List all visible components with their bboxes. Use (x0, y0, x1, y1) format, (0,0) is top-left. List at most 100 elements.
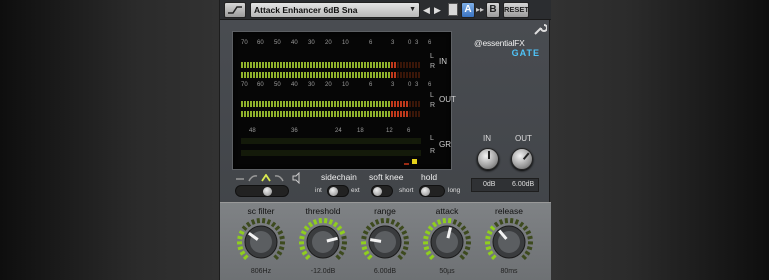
hold-toggle[interactable] (419, 185, 445, 197)
preset-selector[interactable]: Attack Enhancer 6dB Sna ▼ (250, 2, 420, 18)
meter-segment (334, 72, 336, 78)
knob-tick (498, 219, 504, 225)
knob-tick (459, 254, 466, 261)
meter-segment (391, 111, 393, 117)
input-left-label: L (430, 53, 434, 60)
copy-a-to-b-icon[interactable]: ▸▸ (476, 3, 484, 17)
wrench-icon[interactable] (533, 22, 547, 36)
speaker-icon[interactable] (292, 172, 302, 184)
knob-tick (493, 221, 500, 228)
sc-filter-type-slider[interactable] (235, 185, 289, 197)
save-icon[interactable] (448, 3, 458, 16)
output-gain-value: 6.00dB (512, 181, 535, 188)
meter-segment (286, 72, 288, 78)
scale-tick-label: 60 (257, 40, 264, 46)
scale-tick-label: 36 (291, 128, 298, 134)
scale-tick-label: 10 (342, 40, 349, 46)
knob-tick (237, 245, 244, 251)
chevron-down-icon[interactable]: ▼ (409, 3, 416, 17)
meter-segment (412, 111, 414, 117)
knob-value: 80ms (500, 268, 518, 275)
meter-segment (295, 72, 297, 78)
knob-tick (487, 250, 494, 256)
scale-tick-label: 3 (391, 40, 395, 46)
output-gain-knob[interactable] (511, 148, 533, 170)
meter-segment (289, 72, 291, 78)
knob-tick (256, 217, 261, 224)
sc-filter-knob[interactable] (236, 217, 286, 267)
meter-segment (382, 72, 384, 78)
meter-segment (394, 111, 396, 117)
meter-segment (385, 72, 387, 78)
attack-knob[interactable] (422, 217, 472, 267)
knob-tick (509, 217, 514, 224)
meter-segment (415, 72, 417, 78)
meter-segment (250, 111, 252, 117)
meter-segment (259, 111, 261, 117)
meter-segment (349, 111, 351, 117)
knob-tick (423, 235, 429, 240)
gr-meter-label: GR (439, 140, 451, 149)
input-meter-left (241, 55, 421, 68)
meter-segment (397, 111, 399, 117)
meter-segment (370, 72, 372, 78)
ab-b-button[interactable]: B (486, 2, 500, 18)
input-gain-knob[interactable] (477, 148, 499, 170)
bandpass-shape-icon[interactable] (261, 174, 271, 182)
meter-segment (403, 72, 405, 78)
reset-button[interactable]: RESET (503, 2, 529, 18)
flat-shape-icon[interactable] (235, 174, 245, 182)
meter-segment (301, 111, 303, 117)
knob-tick (361, 235, 367, 240)
meter-segment (304, 111, 306, 117)
release-knob[interactable] (484, 217, 534, 267)
knob-pointer (369, 238, 382, 243)
gr-left-label: L (430, 135, 434, 142)
knob-tick (312, 219, 318, 225)
knob-tick (332, 221, 339, 228)
gr-meter-right (241, 150, 421, 156)
meter-segment (373, 111, 375, 117)
curve-icon-button[interactable] (224, 2, 246, 18)
meter-segment (397, 72, 399, 78)
meter-segment (298, 111, 300, 117)
lowpass-shape-icon[interactable] (274, 174, 284, 182)
meter-segment (379, 72, 381, 78)
meter-segment (268, 72, 270, 78)
knob-tick (447, 217, 452, 224)
knob-tick (245, 221, 252, 228)
knob-tick (489, 225, 496, 231)
meter-segment (355, 111, 357, 117)
meter-segment (340, 72, 342, 78)
highpass-shape-icon[interactable] (248, 174, 258, 182)
scale-tick-label: 6 (369, 40, 373, 46)
meter-segment (376, 111, 378, 117)
knob-tick (427, 225, 434, 231)
knob-label: threshold (305, 206, 341, 216)
knob-tick (402, 245, 409, 251)
threshold-knob[interactable] (298, 217, 348, 267)
knob-cap (312, 231, 334, 253)
knob-tick (442, 217, 447, 224)
meter-segment (412, 72, 414, 78)
next-preset-button[interactable]: ▶ (434, 3, 441, 17)
knob-tick (436, 219, 442, 225)
meter-segment (382, 111, 384, 117)
meter-segment (265, 72, 267, 78)
gate-plugin-window: Attack Enhancer 6dB Sna ▼ ◀ ▶ A ▸▸ B RES… (219, 0, 551, 280)
meter-segment (379, 111, 381, 117)
knob-tick (301, 250, 308, 256)
knob-tick (237, 235, 243, 240)
scale-tick-label: 6 (428, 40, 432, 46)
meter-segment (394, 72, 396, 78)
range-knob[interactable] (360, 217, 410, 267)
meter-segment (301, 72, 303, 78)
knob-tick (398, 225, 405, 231)
prev-preset-button[interactable]: ◀ (423, 3, 430, 17)
knob-tick (270, 221, 277, 228)
soft-knee-toggle[interactable] (371, 185, 393, 197)
in-meter-label: IN (439, 57, 447, 66)
ab-a-button[interactable]: A (461, 2, 475, 18)
sidechain-toggle[interactable] (327, 185, 349, 197)
knob-tick (486, 230, 493, 236)
